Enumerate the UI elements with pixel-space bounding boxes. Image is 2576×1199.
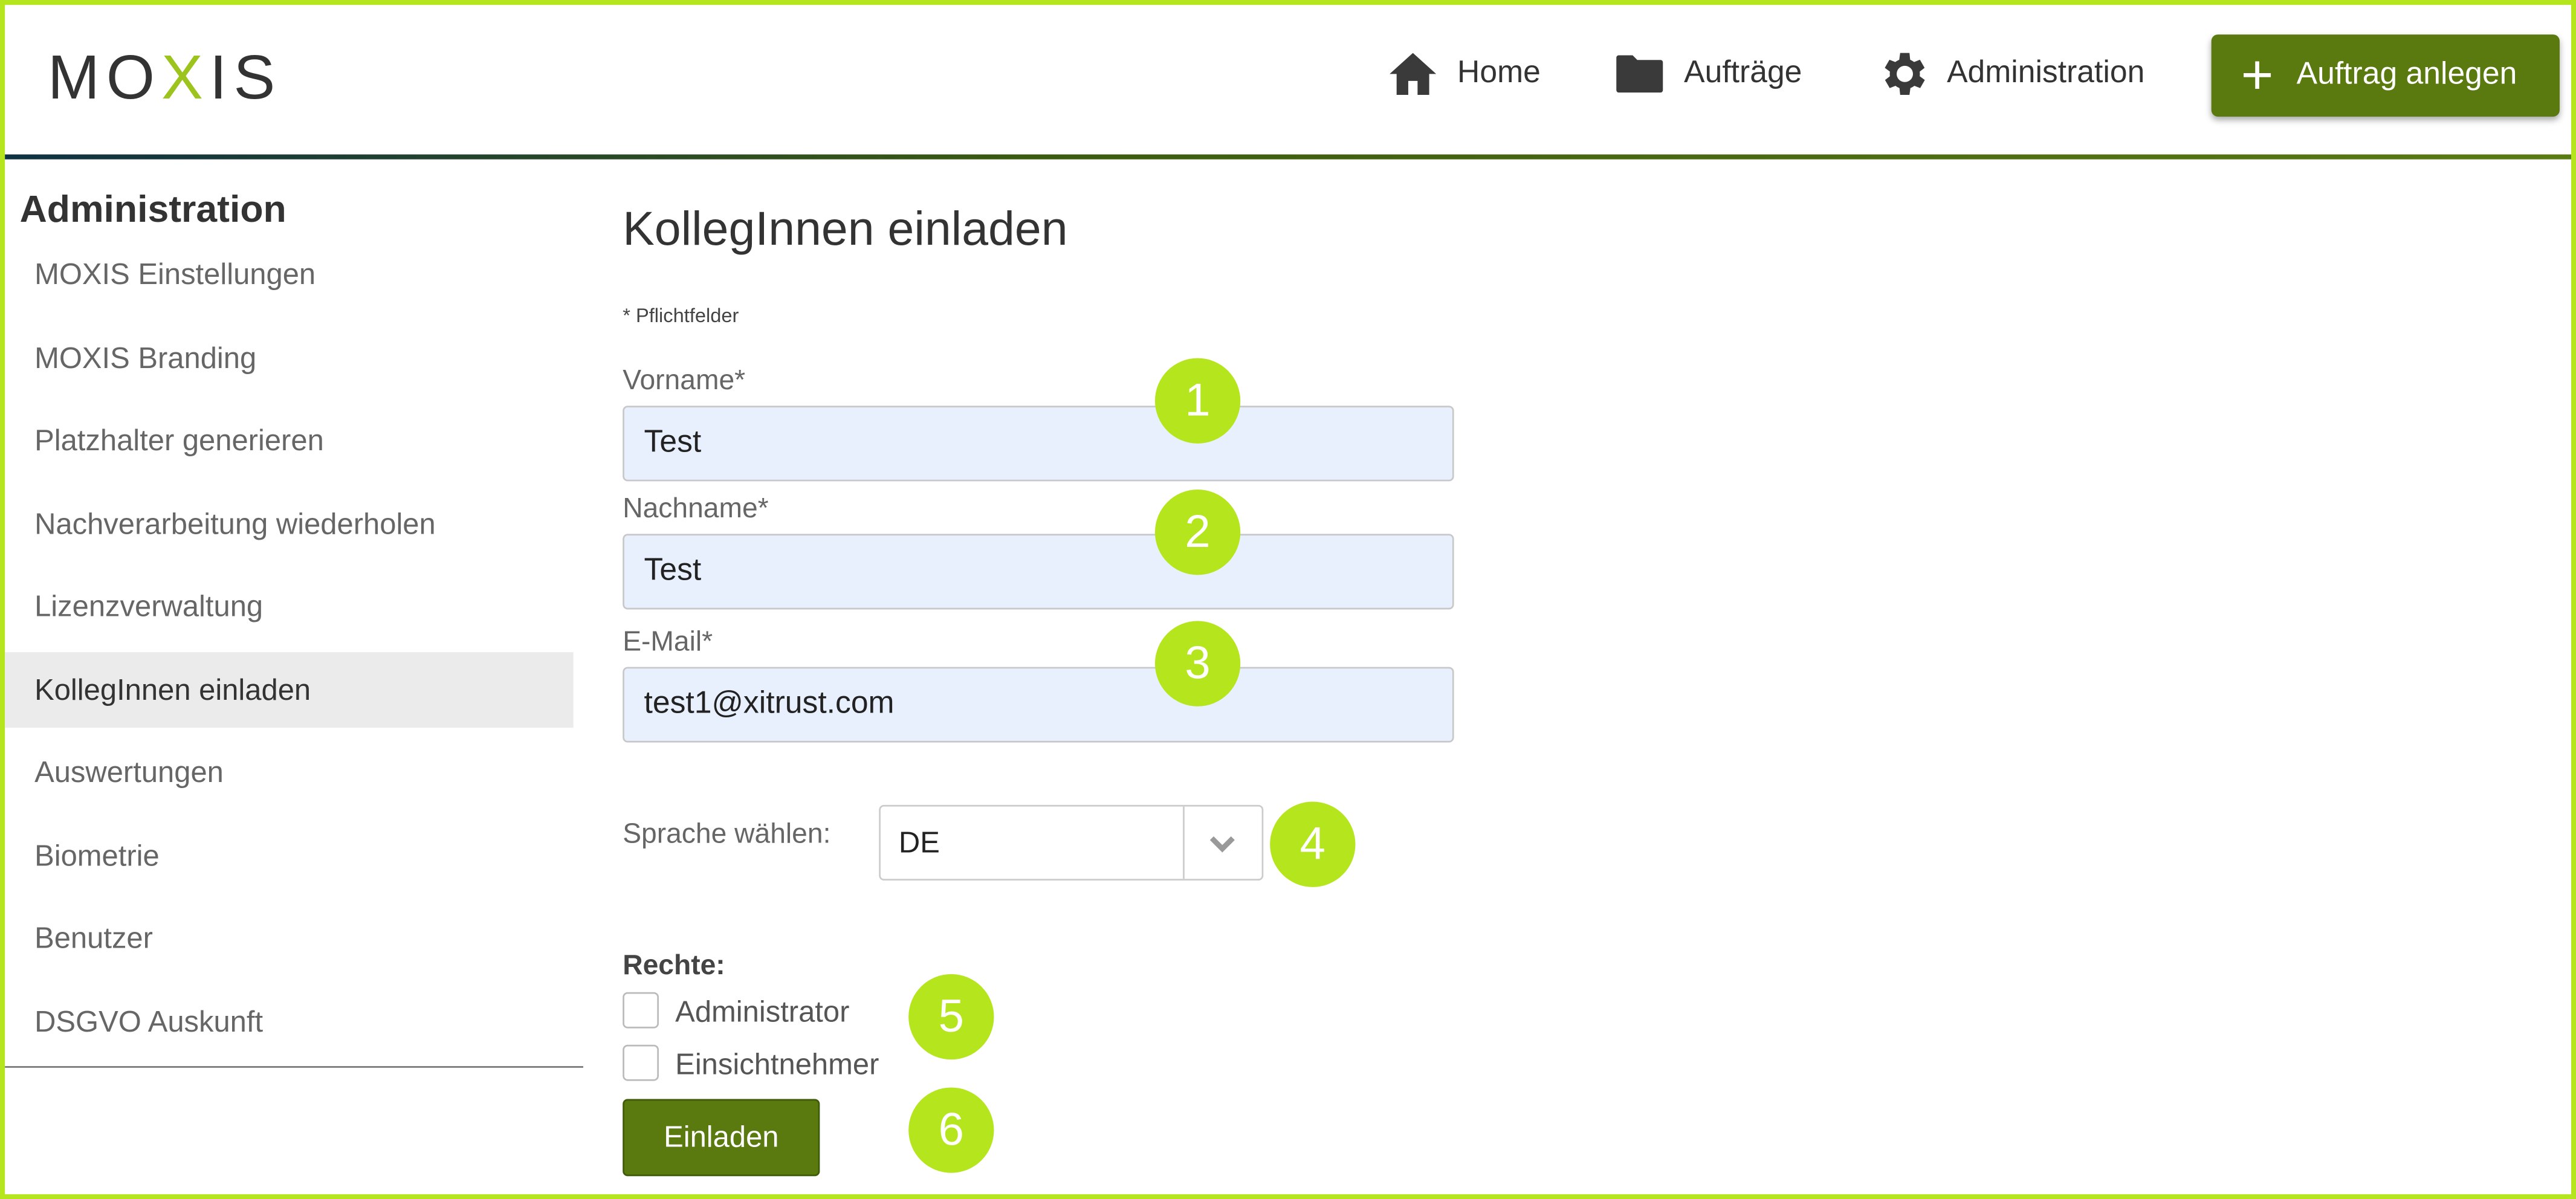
chevron-down-icon[interactable]	[1204, 825, 1240, 861]
sidebar-item[interactable]: Biometrie	[5, 817, 573, 893]
firstname-label: Vorname*	[623, 364, 746, 396]
viewer-label: Einsichtnehmer	[675, 1048, 879, 1081]
nav-orders[interactable]: Aufträge	[1612, 46, 1802, 102]
home-icon	[1390, 53, 1437, 95]
sidebar-item[interactable]: Nachverarbeitung wiederholen	[5, 485, 573, 561]
administrator-checkbox[interactable]	[623, 992, 659, 1029]
create-order-button[interactable]: + Auftrag anlegen	[2211, 34, 2560, 117]
lastname-label: Nachname*	[623, 493, 769, 525]
select-divider	[1183, 806, 1185, 879]
sidebar-item[interactable]: Auswertungen	[5, 734, 573, 810]
firstname-input[interactable]	[623, 406, 1454, 482]
step-badge-3: 3	[1154, 621, 1241, 706]
language-label: Sprache wählen:	[623, 818, 831, 850]
sidebar-item[interactable]: KollegInnen einladen	[5, 651, 574, 727]
sidebar-item[interactable]: DSGVO Auskunft	[5, 983, 573, 1059]
gear-icon	[1885, 53, 1925, 95]
sidebar-item[interactable]: Benutzer	[5, 900, 573, 976]
nav-administration-label: Administration	[1947, 56, 2145, 91]
email-label: E-Mail*	[623, 625, 713, 658]
language-select[interactable]: DE	[879, 804, 1264, 881]
sidebar-title: Administration	[19, 187, 286, 230]
step-badge-2: 2	[1154, 490, 1241, 575]
nav-orders-label: Aufträge	[1684, 56, 1802, 91]
nav-home[interactable]: Home	[1385, 46, 1541, 102]
header: MOXIS Home Aufträge Administration + Auf…	[5, 5, 2571, 153]
moxis-logo[interactable]: MOXIS	[48, 44, 282, 115]
page-title: KollegInnen einladen	[623, 204, 1068, 257]
email-input[interactable]	[623, 667, 1454, 743]
nav-administration[interactable]: Administration	[1874, 46, 2144, 102]
create-order-label: Auftrag anlegen	[2296, 57, 2517, 92]
step-badge-5: 5	[908, 974, 994, 1060]
sidebar-item[interactable]: Lizenzverwaltung	[5, 568, 573, 644]
sidebar-item[interactable]: MOXIS Einstellungen	[5, 236, 573, 312]
nav-home-label: Home	[1457, 56, 1541, 91]
invite-button[interactable]: Einladen	[623, 1099, 820, 1177]
folder-icon	[1616, 55, 1663, 93]
lastname-input[interactable]	[623, 534, 1454, 610]
step-badge-4: 4	[1270, 801, 1356, 887]
step-badge-1: 1	[1154, 358, 1241, 444]
step-badge-6: 6	[908, 1087, 994, 1173]
administrator-label: Administrator	[675, 995, 850, 1029]
header-divider	[5, 154, 2571, 160]
app-window: MOXIS Home Aufträge Administration + Auf…	[0, 0, 2576, 1199]
sidebar-divider	[5, 1066, 583, 1068]
language-value: DE	[898, 826, 940, 859]
viewer-checkbox[interactable]	[623, 1044, 659, 1081]
rights-label: Rechte:	[623, 949, 725, 981]
required-note: * Pflichtfelder	[623, 303, 739, 327]
plus-icon: +	[2241, 44, 2274, 107]
sidebar-item[interactable]: MOXIS Branding	[5, 320, 573, 395]
sidebar-item[interactable]: Platzhalter generieren	[5, 402, 573, 478]
